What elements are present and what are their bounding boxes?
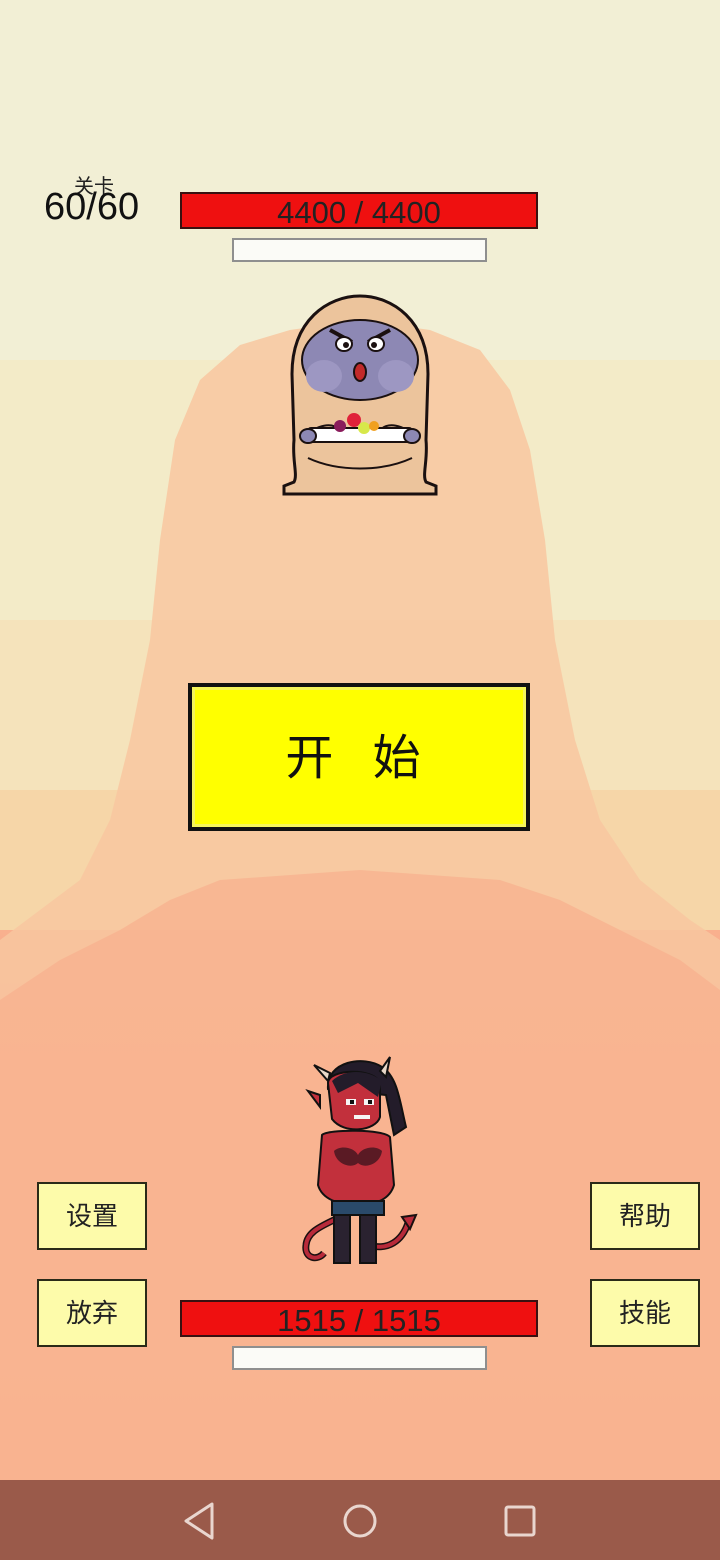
system-navigation-bar bbox=[0, 1480, 720, 1560]
level-counter: 60/60 bbox=[44, 186, 140, 228]
home-circle-icon[interactable] bbox=[335, 1496, 385, 1546]
give-up-button[interactable]: 放弃 bbox=[37, 1279, 147, 1347]
start-button[interactable]: 开 始 bbox=[188, 683, 530, 831]
player-secondary-bar bbox=[232, 1346, 487, 1370]
enemy-secondary-bar bbox=[232, 238, 487, 262]
recents-square-icon[interactable] bbox=[495, 1496, 545, 1546]
help-button[interactable]: 帮助 bbox=[590, 1182, 700, 1250]
player-sprite bbox=[302, 1056, 418, 1264]
settings-button[interactable]: 设置 bbox=[37, 1182, 147, 1250]
back-triangle-icon[interactable] bbox=[175, 1496, 225, 1546]
player-hp-bar: 1515 / 1515 bbox=[180, 1300, 538, 1338]
enemy-sprite bbox=[282, 294, 438, 496]
enemy-hp-bar: 4400 / 4400 bbox=[180, 192, 538, 230]
skills-button[interactable]: 技能 bbox=[590, 1279, 700, 1347]
